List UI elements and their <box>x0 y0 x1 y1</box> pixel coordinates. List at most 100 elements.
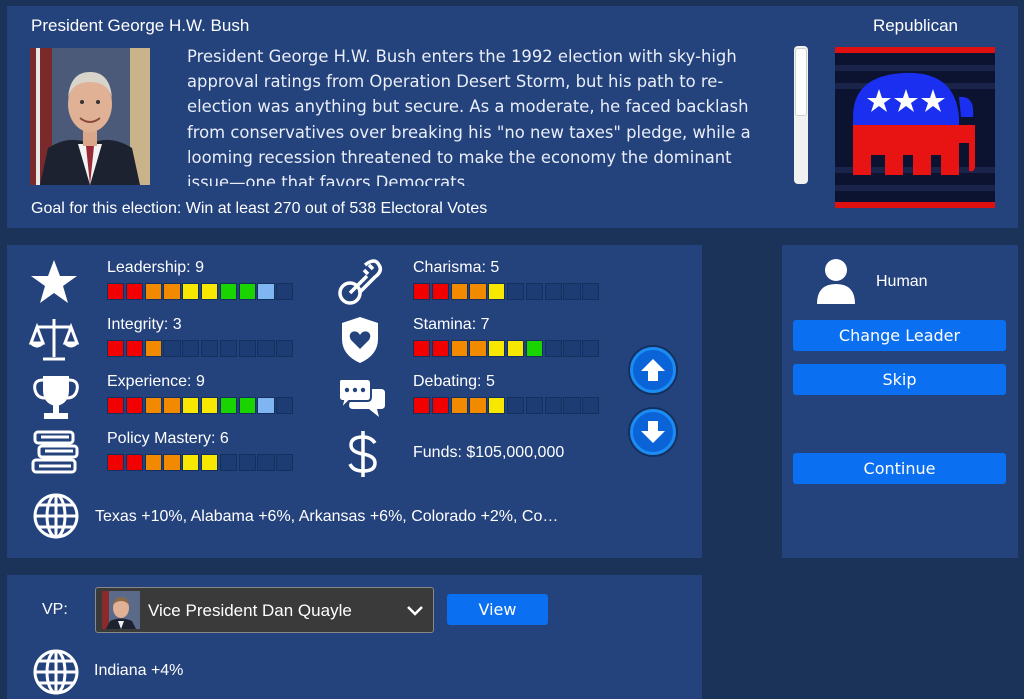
stat-bar-segment <box>125 283 144 300</box>
stat-bar-segment <box>582 283 600 300</box>
stat-bar-segment <box>488 397 506 414</box>
stat-bar-segment <box>163 283 181 300</box>
stat-charisma-label: Charisma: 5 <box>413 259 500 276</box>
stat-bar-segment <box>506 283 525 300</box>
human-player-icon <box>815 258 857 304</box>
stat-bar-segment <box>257 397 275 414</box>
leader-info-panel: President George H.W. Bush Republican Pr… <box>7 6 1018 228</box>
scales-icon <box>28 315 80 365</box>
stat-bar-segment <box>469 340 487 357</box>
leader-name: President George H.W. Bush <box>31 16 250 35</box>
stat-policy-label: Policy Mastery: 6 <box>107 430 229 447</box>
stat-bar-segment <box>219 454 238 471</box>
stat-bar-segment <box>525 340 544 357</box>
dollar-icon <box>343 429 393 479</box>
player-type-label: Human <box>876 273 928 290</box>
next-leader-button[interactable] <box>630 409 676 455</box>
stat-bar-segment <box>469 397 487 414</box>
stat-bar-segment <box>163 454 181 471</box>
stat-integrity-bar <box>107 340 295 357</box>
leader-portrait <box>30 48 150 185</box>
arrow-down-icon <box>641 421 665 443</box>
stat-bar-segment <box>107 283 125 300</box>
previous-leader-button[interactable] <box>630 347 676 393</box>
stat-bar-segment <box>431 397 450 414</box>
stat-debating-label: Debating: 5 <box>413 373 495 390</box>
stat-debating-bar <box>413 397 601 414</box>
heart-shield-icon <box>338 315 388 365</box>
stat-bar-segment <box>413 397 431 414</box>
stat-bar-segment <box>431 340 450 357</box>
stat-policy-bar <box>107 454 295 471</box>
stat-bar-segment <box>582 397 600 414</box>
stat-bar-segment <box>107 454 125 471</box>
player-controls-panel: Human Change Leader Skip Continue <box>782 245 1018 558</box>
stat-bar-segment <box>107 397 125 414</box>
stat-bar-segment <box>238 283 256 300</box>
bio-scrollbar[interactable] <box>794 46 808 184</box>
globe-icon <box>31 647 81 697</box>
stat-leadership-label: Leadership: 9 <box>107 259 204 276</box>
stat-leadership-bar <box>107 283 295 300</box>
stat-bar-segment <box>506 340 525 357</box>
stat-bar-segment <box>506 397 525 414</box>
stat-experience-bar <box>107 397 295 414</box>
stat-bar-segment <box>450 340 468 357</box>
stat-bar-segment <box>450 397 468 414</box>
stat-bar-segment <box>563 283 581 300</box>
stat-bar-segment <box>144 397 162 414</box>
trophy-icon <box>31 372 81 422</box>
stat-bar-segment <box>413 283 431 300</box>
stat-bar-segment <box>200 397 219 414</box>
stat-charisma-bar <box>413 283 601 300</box>
bio-scrollbar-thumb[interactable] <box>795 48 807 116</box>
arrow-up-icon <box>641 359 665 381</box>
stat-bar-segment <box>163 340 181 357</box>
election-goal: Goal for this election: Win at least 270… <box>31 200 488 217</box>
stat-bar-segment <box>125 340 144 357</box>
stat-bar-segment <box>544 283 562 300</box>
stat-bar-segment <box>182 397 200 414</box>
stat-bar-segment <box>107 340 125 357</box>
stat-bar-segment <box>276 454 294 471</box>
stat-experience-label: Experience: 9 <box>107 373 205 390</box>
stat-bar-segment <box>200 283 219 300</box>
stat-bar-segment <box>469 283 487 300</box>
stat-bar-segment <box>525 283 544 300</box>
stat-bar-segment <box>219 397 238 414</box>
stat-bar-segment <box>219 340 238 357</box>
leader-bio[interactable]: President George H.W. Bush enters the 19… <box>187 44 765 186</box>
stat-bar-segment <box>182 340 200 357</box>
stat-bar-segment <box>257 283 275 300</box>
stat-bar-segment <box>563 397 581 414</box>
stat-bar-segment <box>125 397 144 414</box>
stat-bar-segment <box>257 340 275 357</box>
vp-selected-name: Vice President Dan Quayle <box>148 601 352 620</box>
stat-bar-segment <box>276 340 294 357</box>
stat-bar-segment <box>144 340 162 357</box>
party-name: Republican <box>872 16 958 35</box>
stat-bar-segment <box>200 454 219 471</box>
vp-dropdown[interactable]: Vice President Dan Quayle <box>95 587 434 633</box>
stat-bar-segment <box>219 283 238 300</box>
change-leader-button[interactable]: Change Leader <box>793 320 1006 351</box>
stat-bar-segment <box>431 283 450 300</box>
speech-bubbles-icon <box>337 373 387 423</box>
view-vp-button[interactable]: View <box>447 594 548 625</box>
continue-button[interactable]: Continue <box>793 453 1006 484</box>
republican-elephant-logo <box>835 47 995 208</box>
stat-bar-segment <box>544 340 562 357</box>
stat-bar-segment <box>257 454 275 471</box>
skip-button[interactable]: Skip <box>793 364 1006 395</box>
stat-bar-segment <box>163 397 181 414</box>
stat-integrity-label: Integrity: 3 <box>107 316 182 333</box>
stat-bar-segment <box>200 340 219 357</box>
stat-stamina-bar <box>413 340 601 357</box>
stat-bar-segment <box>182 283 200 300</box>
stat-bar-segment <box>488 283 506 300</box>
stat-bar-segment <box>144 283 162 300</box>
stats-panel: Leadership: 9 Integrity: 3 Experience: 9 <box>7 245 702 558</box>
stat-bar-segment <box>276 397 294 414</box>
funds-label: Funds: $105,000,000 <box>413 444 565 461</box>
stat-bar-segment <box>544 397 562 414</box>
